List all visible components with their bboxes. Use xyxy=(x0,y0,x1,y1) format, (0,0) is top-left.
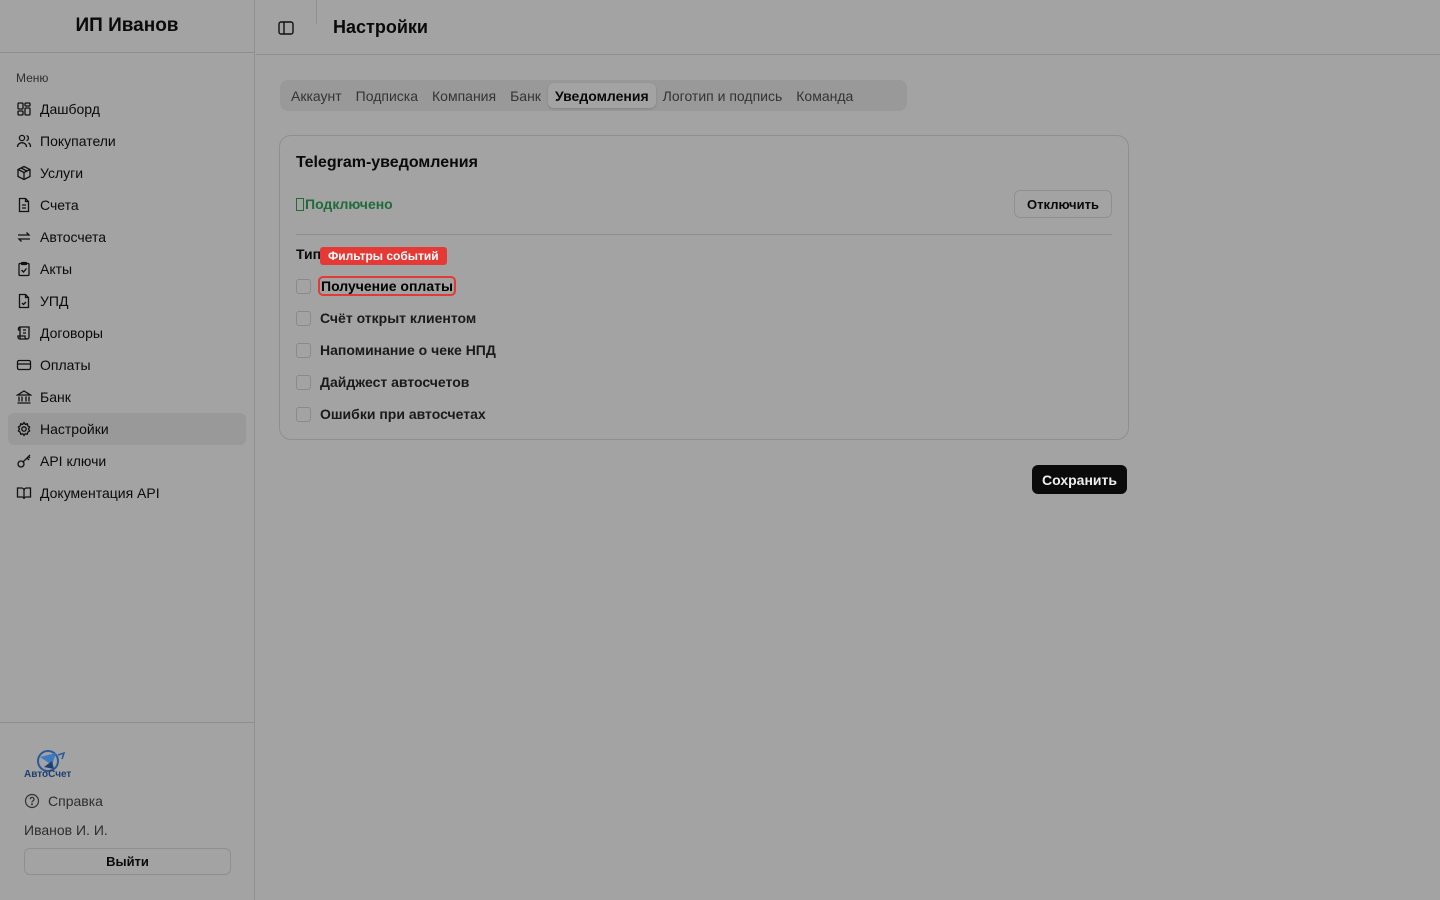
option-payment-received[interactable]: Получение оплаты xyxy=(296,276,456,296)
status-label: Подключено xyxy=(305,196,393,212)
sidebar-item-label: Оплаты xyxy=(40,357,91,373)
save-button[interactable]: Сохранить xyxy=(1032,465,1127,494)
user-name: Иванов И. И. xyxy=(24,822,108,838)
tab-company[interactable]: Компания xyxy=(425,83,503,108)
checkbox[interactable] xyxy=(296,342,311,358)
option-auto-invoice-errors[interactable]: Ошибки при автосчетах xyxy=(296,404,486,424)
connection-status: Подключено xyxy=(296,196,393,212)
brand-title: ИП Иванов xyxy=(0,0,254,53)
telegram-notifications-card: Telegram-уведомления Подключено Отключит… xyxy=(279,135,1129,440)
option-label: Счёт открыт клиентом xyxy=(320,310,477,326)
sidebar-item-bank[interactable]: Банк xyxy=(8,381,246,413)
help-circle-icon xyxy=(24,793,40,809)
sidebar-item-label: Акты xyxy=(40,261,73,277)
sidebar-item-label: Услуги xyxy=(40,165,84,181)
top-header: Настройки xyxy=(256,0,1440,55)
sidebar-item-auto-invoices[interactable]: Автосчета xyxy=(8,221,246,253)
bank-icon xyxy=(16,389,32,405)
sidebar-item-label: Дашборд xyxy=(40,101,100,117)
tab-subscription[interactable]: Подписка xyxy=(349,83,425,108)
checkbox[interactable] xyxy=(296,278,311,294)
tab-bank[interactable]: Банк xyxy=(503,83,548,108)
sidebar-item-invoices[interactable]: Счета xyxy=(8,189,246,221)
status-check-icon xyxy=(296,197,304,211)
page-title: Настройки xyxy=(333,17,428,37)
sidebar-item-services[interactable]: Услуги xyxy=(8,157,246,189)
sidebar-menu: Дашборд Покупатели Услуги Счета Автосчет… xyxy=(0,93,254,509)
sidebar-item-payments[interactable]: Оплаты xyxy=(8,349,246,381)
option-npd-reminder[interactable]: Напоминание о чеке НПД xyxy=(296,340,496,360)
sidebar-footer: АвтоСчет Справка Иванов И. И. Выйти xyxy=(0,722,254,900)
option-label: Ошибки при автосчетах xyxy=(320,406,486,422)
sidebar-item-label: Настройки xyxy=(40,421,109,437)
option-auto-invoice-digest[interactable]: Дайджест автосчетов xyxy=(296,372,469,392)
scroll-icon xyxy=(16,325,32,341)
event-filters-tooltip: Фильтры событий xyxy=(320,247,447,265)
option-label: Напоминание о чеке НПД xyxy=(320,342,496,358)
sidebar-item-label: Покупатели xyxy=(40,133,116,149)
logo-text: АвтоСчет xyxy=(24,769,72,780)
tab-account[interactable]: Аккаунт xyxy=(284,83,349,108)
sidebar-item-label: Документация API xyxy=(40,485,160,501)
sidebar-item-label: Счета xyxy=(40,197,79,213)
sidebar-item-label: Банк xyxy=(40,389,71,405)
option-label: Дайджест автосчетов xyxy=(320,374,470,390)
sidebar-item-api-keys[interactable]: API ключи xyxy=(8,445,246,477)
tab-logo-signature[interactable]: Логотип и подпись xyxy=(656,83,790,108)
sidebar-item-api-docs[interactable]: Документация API xyxy=(8,477,246,509)
credit-card-icon xyxy=(16,357,32,373)
clipboard-check-icon xyxy=(16,261,32,277)
package-icon xyxy=(16,165,32,181)
sidebar-item-contracts[interactable]: Договоры xyxy=(8,317,246,349)
sidebar-item-settings[interactable]: Настройки xyxy=(8,413,246,445)
disconnect-button[interactable]: Отключить xyxy=(1014,190,1112,218)
dashboard-icon xyxy=(16,101,32,117)
gear-icon xyxy=(16,421,32,437)
sidebar-item-label: Договоры xyxy=(40,325,103,341)
key-icon xyxy=(16,453,32,469)
help-link[interactable]: Справка xyxy=(24,793,103,809)
checkbox[interactable] xyxy=(296,310,311,326)
sidebar: ИП Иванов Меню Дашборд Покупатели Услуги… xyxy=(0,0,255,900)
event-types-label: Тип xyxy=(296,246,322,262)
sidebar-item-acts[interactable]: Акты xyxy=(8,253,246,285)
repeat-icon xyxy=(16,229,32,245)
sidebar-item-label: Автосчета xyxy=(40,229,107,245)
card-divider xyxy=(296,234,1112,235)
header-divider xyxy=(316,0,317,24)
sidebar-item-customers[interactable]: Покупатели xyxy=(8,125,246,157)
file-check-icon xyxy=(16,293,32,309)
card-title: Telegram-уведомления xyxy=(296,154,478,171)
sidebar-item-label: API ключи xyxy=(40,453,107,469)
tab-notifications[interactable]: Уведомления xyxy=(547,83,656,108)
users-icon xyxy=(16,133,32,149)
sidebar-item-dashboard[interactable]: Дашборд xyxy=(8,93,246,125)
sidebar-item-label: УПД xyxy=(40,293,69,309)
tab-team[interactable]: Команда xyxy=(789,83,860,108)
sidebar-item-upd[interactable]: УПД xyxy=(8,285,246,317)
logout-button[interactable]: Выйти xyxy=(24,848,231,875)
menu-label: Меню xyxy=(16,71,49,85)
option-label: Получение оплаты xyxy=(318,276,456,296)
settings-tabs: Аккаунт Подписка Компания Банк Уведомлен… xyxy=(280,80,907,111)
option-invoice-opened[interactable]: Счёт открыт клиентом xyxy=(296,308,476,328)
checkbox[interactable] xyxy=(296,406,311,422)
sidebar-toggle-icon[interactable] xyxy=(277,19,295,37)
help-label: Справка xyxy=(48,793,103,809)
book-icon xyxy=(16,485,32,501)
checkbox[interactable] xyxy=(296,374,311,390)
file-icon xyxy=(16,197,32,213)
